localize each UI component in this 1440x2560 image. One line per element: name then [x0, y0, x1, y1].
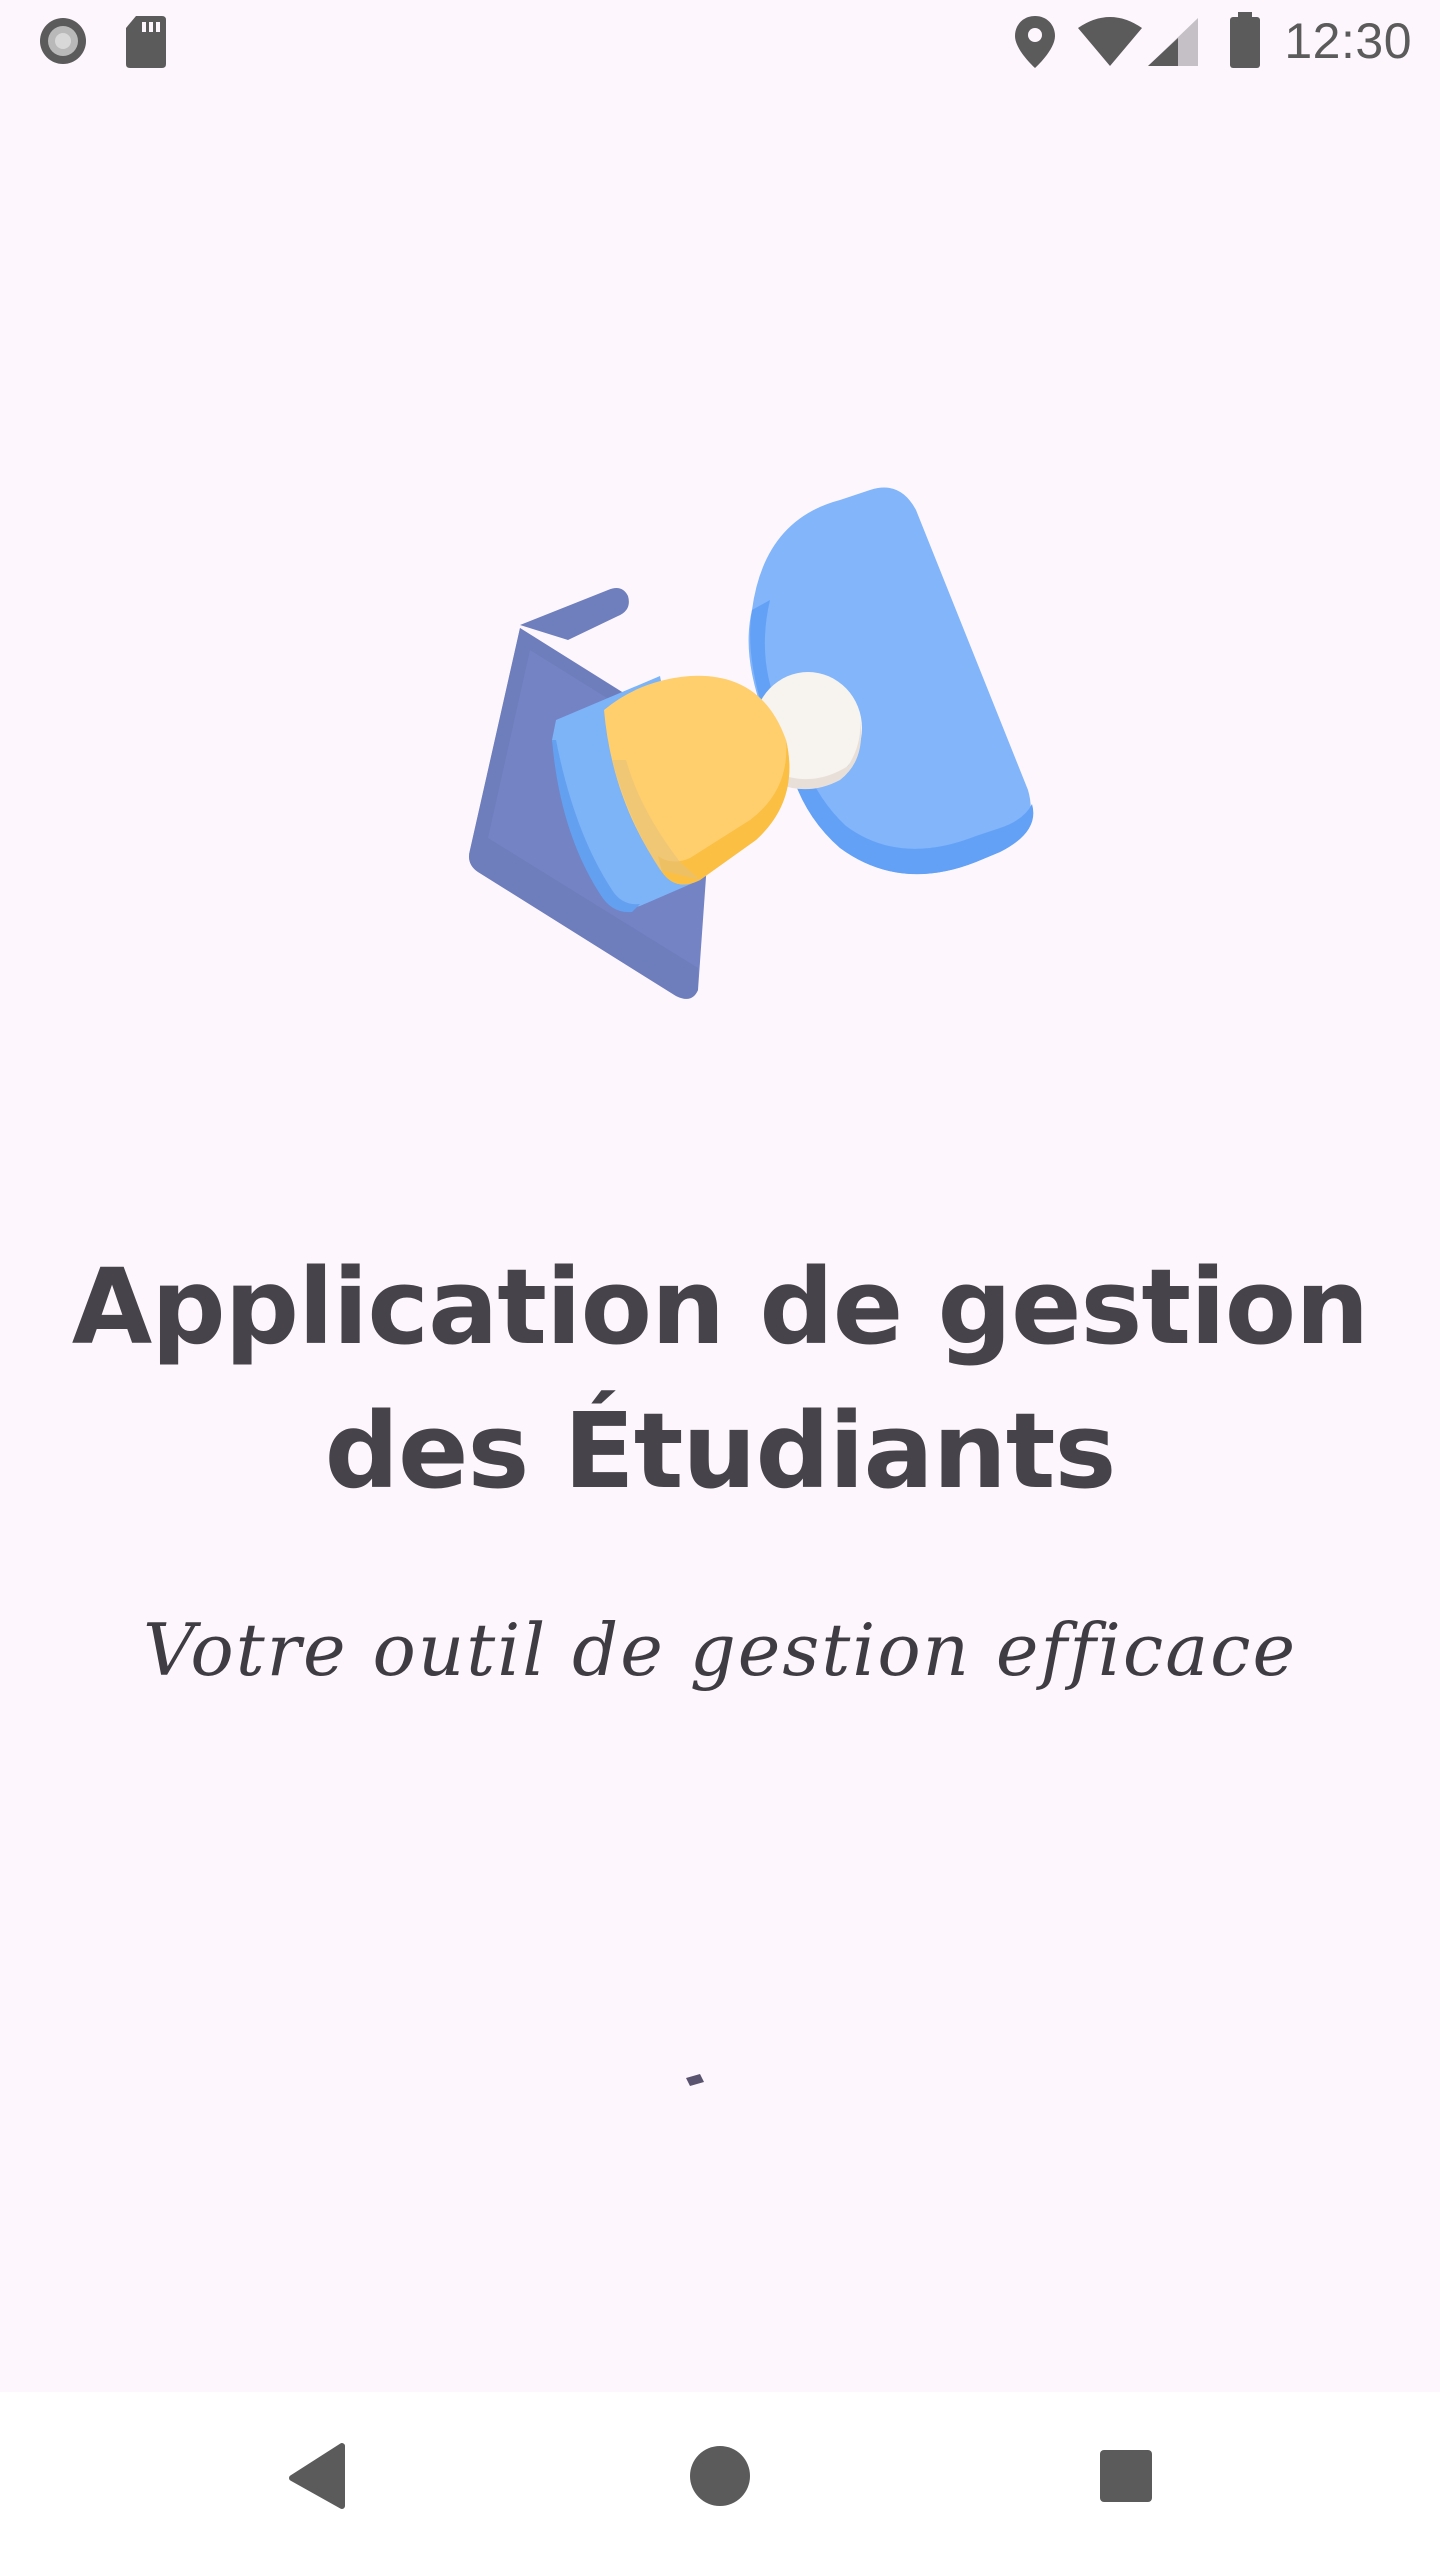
app-title: Application de gestion des Étudiants [71, 1246, 1369, 1512]
navigation-bar [0, 2392, 1440, 2560]
back-icon [289, 2443, 345, 2509]
battery-icon [1230, 12, 1260, 68]
status-bar: 12:30 [0, 0, 1440, 84]
location-icon [1015, 16, 1055, 68]
app-logo-illustration [469, 487, 1034, 999]
recents-icon [1100, 2450, 1152, 2502]
record-icon [40, 18, 86, 64]
app-subtitle: Votre outil de gestion efficace [142, 1608, 1298, 1692]
recents-button[interactable] [1078, 2428, 1174, 2524]
home-icon [690, 2446, 750, 2506]
sd-card-icon [126, 16, 166, 68]
status-time: 12:30 [1284, 13, 1412, 69]
loading-spinner [686, 2074, 704, 2086]
home-button[interactable] [672, 2428, 768, 2524]
back-button[interactable] [268, 2428, 364, 2524]
cell-signal-icon [1148, 18, 1198, 66]
wifi-icon [1078, 17, 1142, 66]
